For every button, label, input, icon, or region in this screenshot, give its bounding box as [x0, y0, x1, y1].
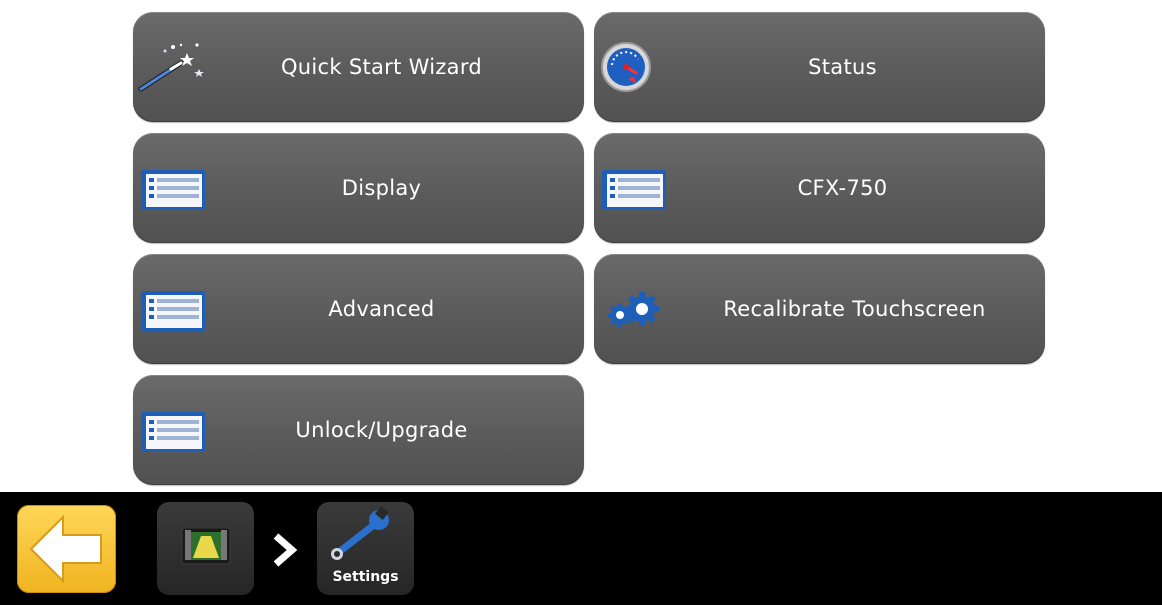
field-view-icon: [181, 527, 231, 565]
display-button[interactable]: Display: [133, 133, 584, 243]
settings-menu: Quick Start Wizard Status Display CFX-75…: [0, 0, 1162, 492]
cfx-750-button[interactable]: CFX-750: [594, 133, 1045, 243]
status-button[interactable]: Status: [594, 12, 1045, 122]
breadcrumb-settings[interactable]: Settings: [317, 502, 414, 595]
back-arrow-icon: [29, 514, 102, 584]
list-icon: [141, 291, 205, 331]
bottom-navigation-bar: Settings: [0, 492, 1162, 605]
magic-wand-icon: [138, 43, 204, 92]
quick-start-wizard-button[interactable]: Quick Start Wizard: [133, 12, 584, 122]
breadcrumb-settings-label: Settings: [332, 569, 399, 585]
back-button[interactable]: [17, 505, 116, 593]
list-icon: [602, 170, 666, 210]
chevron-right-icon: [273, 533, 298, 567]
advanced-button[interactable]: Advanced: [133, 254, 584, 364]
list-icon: [141, 412, 205, 452]
gauge-icon: [601, 42, 651, 92]
unlock-upgrade-button[interactable]: Unlock/Upgrade: [133, 375, 584, 485]
breadcrumb-home[interactable]: [157, 502, 254, 595]
list-icon: [141, 170, 205, 210]
gears-icon: [608, 292, 659, 327]
recalibrate-touchscreen-button[interactable]: Recalibrate Touchscreen: [594, 254, 1045, 364]
